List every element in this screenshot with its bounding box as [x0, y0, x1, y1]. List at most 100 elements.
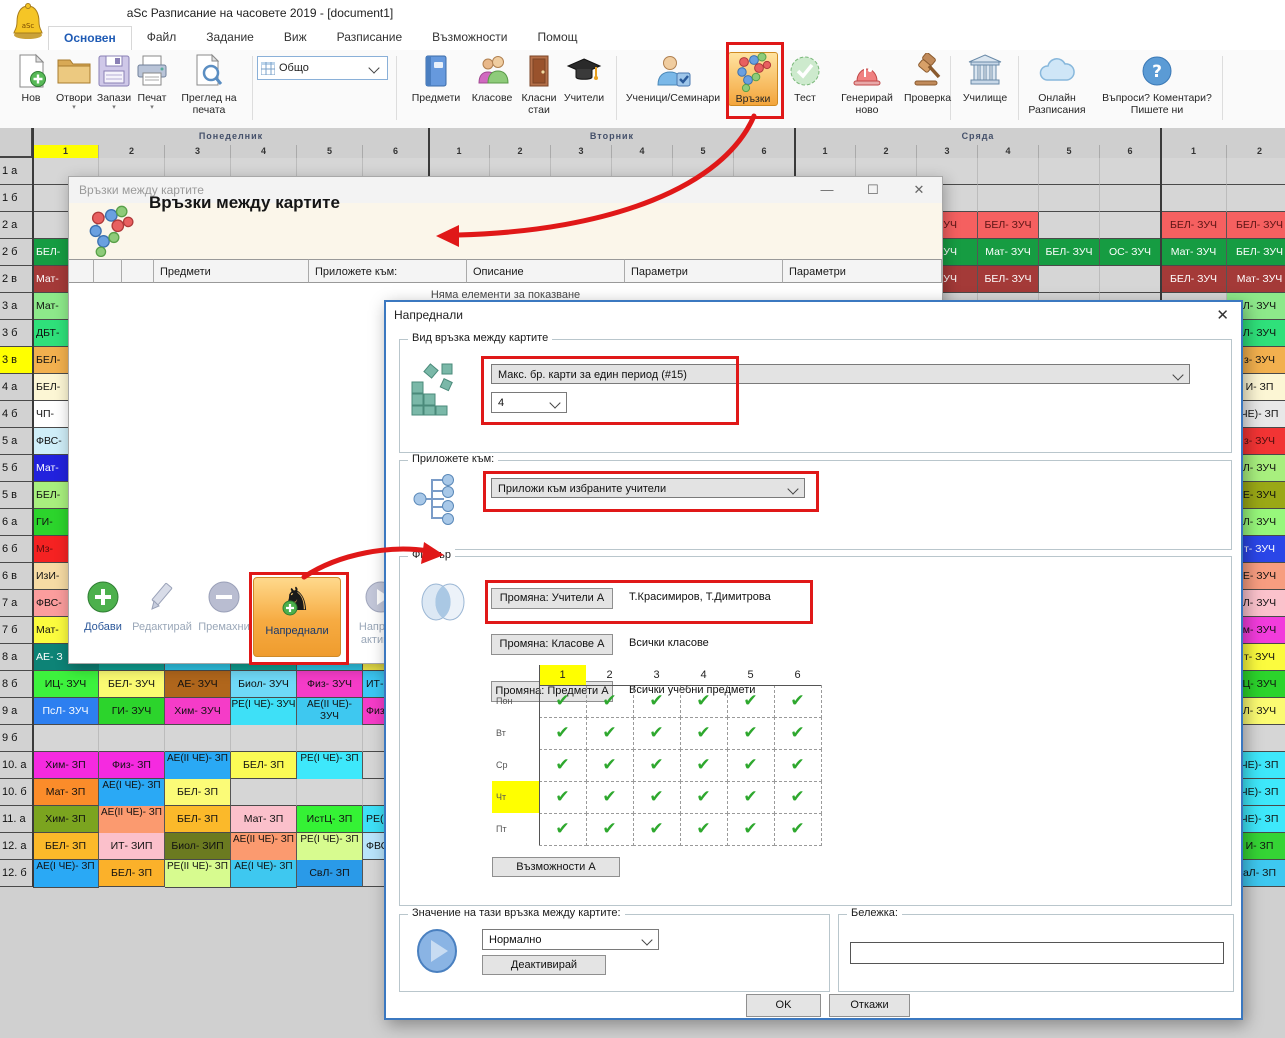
- period-grid-cell[interactable]: ✔: [586, 749, 634, 782]
- links-column-header[interactable]: [69, 259, 94, 283]
- period-grid-cell[interactable]: ✔: [539, 813, 587, 846]
- period-grid-cell[interactable]: ✔: [680, 717, 728, 750]
- tab-2[interactable]: Задание: [191, 26, 269, 50]
- period-grid-cell[interactable]: ✔: [586, 685, 634, 718]
- period-grid-cell[interactable]: ✔: [774, 813, 822, 846]
- timetable-lesson-card[interactable]: Хим- ЗУЧ: [165, 698, 231, 725]
- timetable-empty-cell[interactable]: [1100, 185, 1161, 212]
- ribbon-button-book[interactable]: Предмети: [406, 52, 466, 104]
- timetable-lesson-card[interactable]: Мат- ЗУЧ: [1161, 239, 1227, 266]
- class-row-label[interactable]: 3 б: [0, 320, 35, 347]
- period-grid-cell[interactable]: ✔: [727, 749, 775, 782]
- timetable-lesson-card[interactable]: АЕ(I ЧЕ)- ЗП: [99, 779, 165, 807]
- tab-1[interactable]: Файл: [132, 26, 192, 50]
- period-grid-day-label[interactable]: Вт: [496, 728, 536, 738]
- class-row-label[interactable]: 5 а: [0, 428, 35, 455]
- class-row-label[interactable]: 4 б: [0, 401, 35, 428]
- timetable-empty-cell[interactable]: [33, 725, 99, 752]
- timetable-empty-cell[interactable]: [231, 779, 297, 806]
- note-input[interactable]: [850, 942, 1224, 964]
- period-grid-cell[interactable]: ✔: [539, 717, 587, 750]
- period-grid-cell[interactable]: ✔: [633, 781, 681, 814]
- period-grid-column-header[interactable]: 1: [539, 665, 586, 685]
- timetable-empty-cell[interactable]: [1039, 158, 1100, 185]
- timetable-lesson-card[interactable]: РЕ(I ЧЕ)- ЗП: [297, 752, 363, 780]
- class-row-label[interactable]: 7 б: [0, 617, 35, 644]
- period-grid-cell[interactable]: ✔: [586, 717, 634, 750]
- period-grid-day-label[interactable]: Пт: [496, 824, 536, 834]
- filter-change-button[interactable]: Промяна: Класове А: [491, 634, 613, 655]
- timetable-lesson-card[interactable]: ГИ- ЗУЧ: [99, 698, 165, 725]
- period-grid-day-label[interactable]: Чт: [496, 792, 536, 802]
- timetable-lesson-card[interactable]: Физ- ЗУЧ: [297, 671, 363, 698]
- period-grid-cell[interactable]: ✔: [633, 749, 681, 782]
- tab-3[interactable]: Виж: [269, 26, 322, 50]
- timetable-lesson-card[interactable]: Биол- ЗУЧ: [231, 671, 297, 698]
- period-grid-cell[interactable]: ✔: [680, 781, 728, 814]
- deactivate-button[interactable]: Деактивирай: [482, 955, 606, 975]
- class-row-label[interactable]: 4 а: [0, 374, 35, 401]
- ribbon-button-cloud[interactable]: Онлайн Разписания: [1022, 52, 1092, 116]
- class-row-label[interactable]: 6 а: [0, 509, 35, 536]
- timetable-lesson-card[interactable]: АЕ- ЗУЧ: [165, 671, 231, 698]
- period-grid-cell[interactable]: ✔: [680, 813, 728, 846]
- period-grid-cell[interactable]: ✔: [633, 813, 681, 846]
- meaning-select[interactable]: Нормално: [482, 929, 659, 950]
- ribbon-button-question[interactable]: ?Въпроси? Коментари? Пишете ни: [1094, 52, 1220, 116]
- minimize-button[interactable]: —: [812, 180, 842, 200]
- ribbon-button-door[interactable]: Класни стаи: [518, 52, 560, 116]
- class-row-label[interactable]: 3 в: [0, 347, 35, 374]
- class-row-label[interactable]: 3 а: [0, 293, 35, 320]
- timetable-lesson-card[interactable]: БЕЛ- ЗП: [165, 779, 231, 806]
- ribbon-button-folder[interactable]: Отвори▾: [54, 52, 94, 111]
- period-grid-cell[interactable]: ✔: [774, 685, 822, 718]
- ribbon-button-printer[interactable]: Печат▾: [134, 52, 170, 111]
- timetable-lesson-card[interactable]: БЕЛ- ЗП: [165, 806, 231, 833]
- tab-5[interactable]: Възможности: [417, 26, 522, 50]
- timetable-empty-cell[interactable]: [165, 725, 231, 752]
- class-row-label[interactable]: 5 в: [0, 482, 35, 509]
- period-grid-cell[interactable]: ✔: [774, 749, 822, 782]
- class-row-label[interactable]: 5 б: [0, 455, 35, 482]
- dropdown-arrow-icon[interactable]: ▾: [96, 104, 132, 111]
- class-row-label[interactable]: 2 в: [0, 266, 35, 293]
- timetable-lesson-card[interactable]: БЕЛ- ЗУЧ: [1161, 212, 1227, 239]
- period-grid-cell[interactable]: ✔: [727, 685, 775, 718]
- timetable-lesson-card[interactable]: РЕ(II ЧЕ)- ЗП: [165, 860, 231, 888]
- timetable-lesson-card[interactable]: Мат- ЗУЧ: [1227, 266, 1285, 293]
- class-row-label[interactable]: 6 б: [0, 536, 35, 563]
- period-grid-cell[interactable]: ✔: [539, 749, 587, 782]
- period-grid-column-header[interactable]: 3: [633, 665, 680, 685]
- close-button[interactable]: ✕: [904, 180, 934, 200]
- cancel-button[interactable]: Откажи: [829, 994, 910, 1017]
- class-row-label[interactable]: 1 б: [0, 185, 35, 212]
- links-column-header[interactable]: Параметри: [783, 259, 942, 283]
- timetable-lesson-card[interactable]: БЕЛ- ЗУЧ: [1227, 212, 1285, 239]
- timetable-empty-cell[interactable]: [1039, 266, 1100, 293]
- close-icon[interactable]: ✕: [1216, 306, 1229, 324]
- period-grid-cell[interactable]: ✔: [633, 685, 681, 718]
- links-column-header[interactable]: Приложете към:: [309, 259, 467, 283]
- period-grid-cell[interactable]: ✔: [539, 781, 587, 814]
- timetable-lesson-card[interactable]: Хим- ЗП: [33, 752, 99, 779]
- ribbon-button-grad-cap[interactable]: Учители: [560, 52, 608, 104]
- toolbar-button-pencil[interactable]: Редактирай: [131, 577, 193, 634]
- timetable-empty-cell[interactable]: [1161, 158, 1227, 185]
- ribbon-button-person-check[interactable]: Ученици/Семинари: [622, 52, 724, 104]
- timetable-lesson-card[interactable]: ИстЦ- ЗП: [297, 806, 363, 833]
- timetable-empty-cell[interactable]: [99, 725, 165, 752]
- timetable-empty-cell[interactable]: [297, 725, 363, 752]
- timetable-empty-cell[interactable]: [1039, 185, 1100, 212]
- dropdown-arrow-icon[interactable]: ▾: [54, 104, 94, 111]
- links-column-header[interactable]: [94, 259, 122, 283]
- timetable-empty-cell[interactable]: [1161, 185, 1227, 212]
- ribbon-button-floppy[interactable]: Запази▾: [96, 52, 132, 111]
- tab-6[interactable]: Помощ: [522, 26, 592, 50]
- timetable-lesson-card[interactable]: БЕЛ- ЗП: [99, 860, 165, 887]
- timetable-lesson-card[interactable]: Биол- ЗИП: [165, 833, 231, 860]
- period-grid-cell[interactable]: ✔: [727, 813, 775, 846]
- timetable-lesson-card[interactable]: АЕ(II ЧЕ)- ЗП: [165, 752, 231, 780]
- period-grid-cell[interactable]: ✔: [586, 781, 634, 814]
- dropdown-arrow-icon[interactable]: ▾: [134, 104, 170, 111]
- ribbon-button-check-seal[interactable]: Тест: [782, 52, 828, 104]
